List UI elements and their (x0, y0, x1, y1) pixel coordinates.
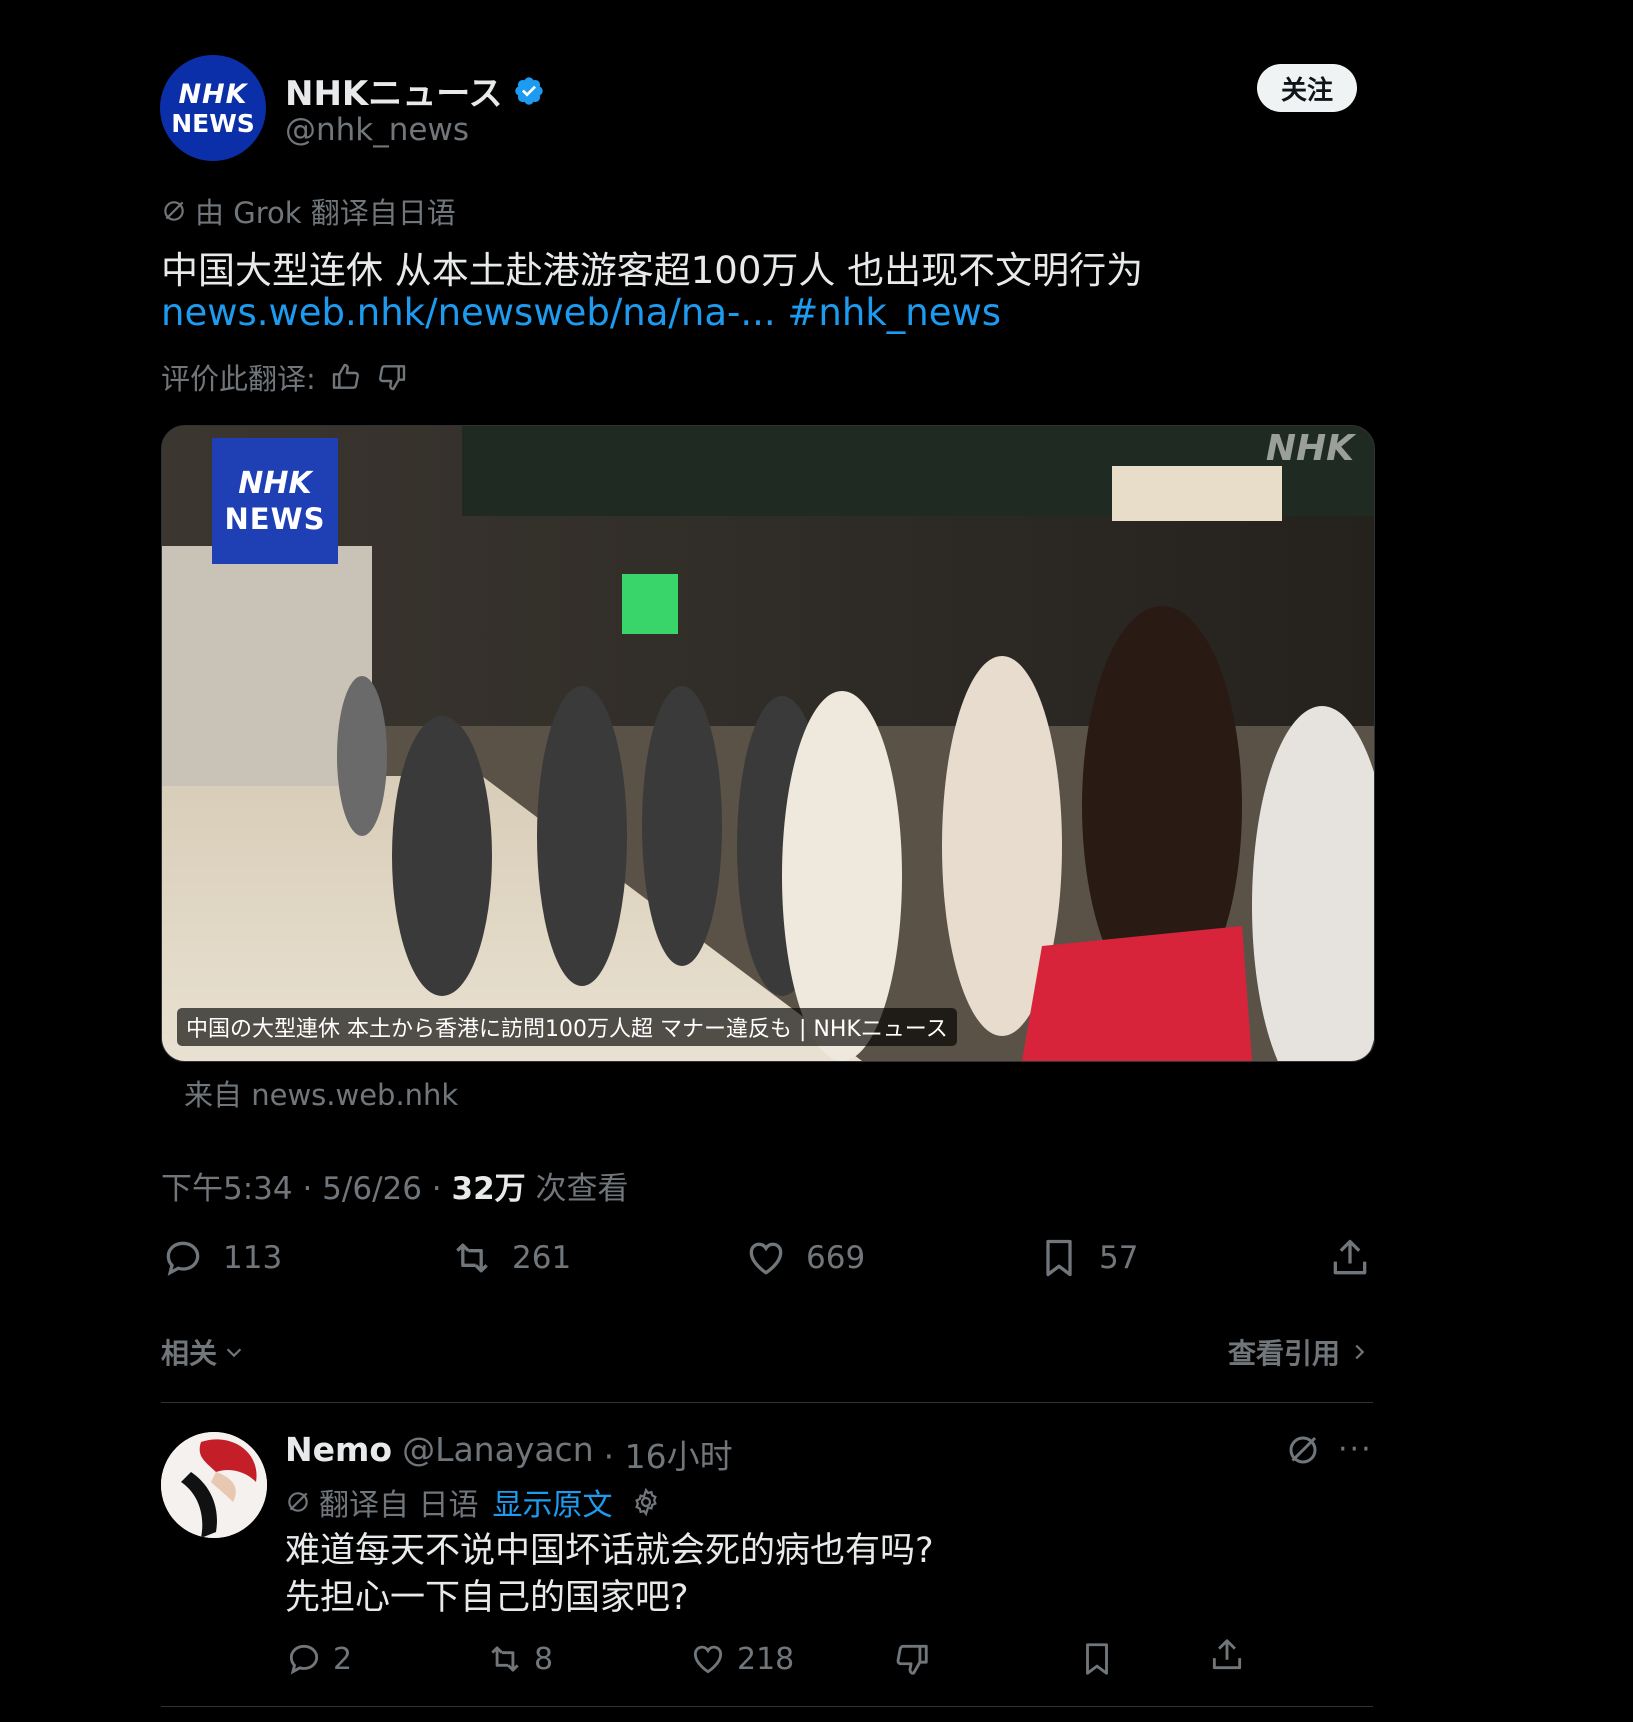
reply-count: 113 (223, 1240, 283, 1276)
gear-icon[interactable] (631, 1487, 661, 1517)
grok-icon (288, 1492, 308, 1512)
tweet-links: news.web.nhk/newsweb/na/na-... #nhk_news (161, 291, 1001, 334)
follow-button[interactable]: 关注 (1257, 64, 1357, 112)
bookmark-button[interactable]: 57 (1037, 1236, 1138, 1280)
like-button[interactable]: 669 (744, 1236, 865, 1280)
translated-from-text: 翻译自 日语 (319, 1488, 479, 1523)
repost-icon (456, 1243, 488, 1273)
reply-avatar-image (161, 1432, 267, 1538)
related-dropdown[interactable]: 相关 (161, 1332, 245, 1372)
divider (161, 1402, 1373, 1403)
card-watermark: NHK (1265, 428, 1354, 469)
divider (161, 1706, 1373, 1707)
avatar-text-news: NEWS (171, 108, 255, 138)
views-label: 次查看 (525, 1171, 629, 1207)
reply-share-button[interactable] (1208, 1636, 1246, 1674)
reply-icon (166, 1241, 200, 1276)
card-photo (162, 426, 1374, 1061)
heart-icon (749, 1242, 783, 1275)
author-avatar[interactable]: NHK NEWS (160, 55, 266, 161)
more-options-icon[interactable]: ··· (1338, 1432, 1373, 1467)
card-nhk-logo: NHK NEWS (212, 438, 338, 564)
view-quotes-label: 查看引用 (1228, 1337, 1341, 1370)
share-button[interactable] (1328, 1236, 1372, 1280)
reply-like-button[interactable]: 218 (689, 1640, 794, 1678)
author-handle[interactable]: @nhk_news (285, 112, 469, 148)
rate-label: 评价此翻译: (161, 362, 316, 396)
share-icon (1333, 1239, 1367, 1275)
related-label: 相关 (161, 1337, 218, 1370)
reply-reply-button[interactable]: 2 (285, 1640, 352, 1678)
reply-header: Nemo @Lanayacn · 16小时 (285, 1430, 733, 1478)
link-card[interactable]: NHK NEWS NHK 中国の大型連休 本土から香港に訪問100万人超 マナー… (161, 425, 1375, 1062)
reply-avatar[interactable] (161, 1432, 267, 1538)
reply-text-line: 先担心一下自己的国家吧? (285, 1578, 689, 1618)
bookmark-count: 57 (1099, 1240, 1139, 1276)
bookmark-icon (1046, 1239, 1072, 1277)
thumbs-down-icon[interactable] (376, 361, 408, 393)
repost-icon (491, 1646, 519, 1672)
reply-time[interactable]: · 16小时 (604, 1430, 733, 1478)
tweet-meta: 下午5:34 · 5/6/26 · 32万 次查看 (161, 1163, 629, 1208)
tweet-text: 中国大型连休 从本土赴港游客超100万人 也出现不文明行为 (161, 249, 1144, 292)
grok-translation-note: 由 Grok 翻译自日语 (161, 190, 456, 232)
card-caption: 中国の大型連休 本土から香港に訪問100万人超 マナー違反も | NHKニュース (177, 1008, 957, 1046)
reply-text-line: 难道每天不说中国坏话就会死的病也有吗? (285, 1531, 934, 1571)
repost-button[interactable]: 261 (450, 1236, 571, 1280)
reply-repost-button[interactable]: 8 (486, 1640, 553, 1678)
bookmark-icon (1086, 1643, 1108, 1675)
grok-icon (164, 201, 184, 221)
like-count: 669 (806, 1240, 866, 1276)
card-logo-nhk: NHK (238, 465, 312, 501)
reply-reply-count: 2 (333, 1641, 353, 1677)
view-count: 32万 (451, 1171, 526, 1207)
reply-text: 难道每天不说中国坏话就会死的病也有吗? 先担心一下自己的国家吧? (285, 1528, 934, 1622)
show-original-link[interactable]: 显示原文 (493, 1480, 613, 1524)
author-name-text: NHKニュース (285, 74, 503, 114)
reply-dislike-button[interactable] (893, 1640, 931, 1678)
reply-bookmark-button[interactable] (1078, 1640, 1116, 1678)
thumbs-down-icon (896, 1644, 928, 1675)
article-link[interactable]: news.web.nhk/newsweb/na/na-... (161, 291, 776, 334)
reply-author-handle[interactable]: @Lanayacn (402, 1430, 594, 1478)
reply-author-name[interactable]: Nemo (285, 1430, 392, 1478)
thumbs-up-icon[interactable] (330, 361, 362, 393)
hashtag-link[interactable]: #nhk_news (787, 291, 1001, 334)
chevron-right-icon (1355, 1344, 1365, 1360)
translated-by-text: 由 Grok 翻译自日语 (195, 196, 456, 230)
repost-count: 261 (512, 1240, 572, 1276)
card-logo-news: NEWS (224, 501, 326, 536)
reply-like-count: 218 (737, 1641, 795, 1677)
grok-icon[interactable] (1285, 1432, 1321, 1468)
reply-repost-count: 8 (534, 1641, 554, 1677)
reply-icon (289, 1644, 319, 1675)
share-icon (1212, 1639, 1242, 1670)
heart-icon (693, 1645, 723, 1674)
avatar-text-nhk: NHK (178, 78, 248, 110)
view-quotes-link[interactable]: 查看引用 (1228, 1332, 1370, 1372)
verified-icon (514, 76, 543, 105)
reply-translation-note: 翻译自 日语 显示原文 (285, 1480, 661, 1524)
reply-button[interactable]: 113 (161, 1236, 282, 1280)
author-name[interactable]: NHKニュース (285, 66, 545, 115)
rate-translation: 评价此翻译: (161, 356, 408, 398)
chevron-down-icon (226, 1348, 242, 1358)
card-source[interactable]: 来自 news.web.nhk (184, 1072, 458, 1114)
tweet-timestamp[interactable]: 下午5:34 · 5/6/26 · (161, 1171, 452, 1207)
